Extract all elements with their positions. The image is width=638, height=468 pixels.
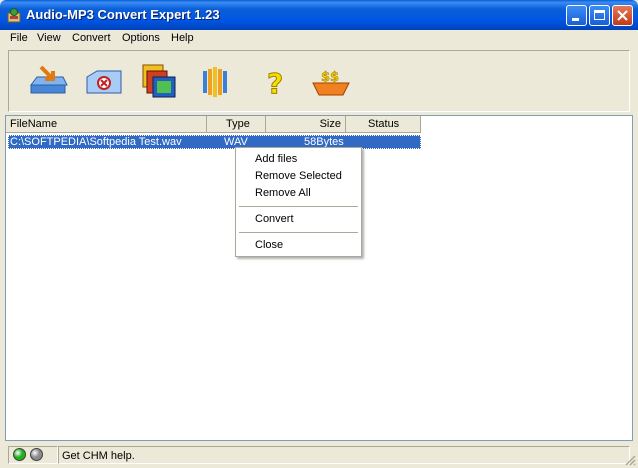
context-separator: [239, 206, 358, 207]
column-header-filename[interactable]: FileName: [6, 116, 207, 133]
menu-file[interactable]: File: [10, 32, 28, 44]
maximize-button[interactable]: [589, 5, 610, 26]
context-separator: [239, 232, 358, 233]
close-icon: [617, 10, 628, 21]
column-header-status[interactable]: Status: [346, 116, 421, 133]
audio-options-icon: [203, 67, 227, 97]
context-item-remove-selected[interactable]: Remove Selected: [255, 170, 342, 182]
gray-status-led-icon: [30, 448, 43, 461]
question-mark-icon: ?: [267, 67, 284, 101]
status-bar: Get CHM help.: [0, 444, 638, 468]
convert-stack-icon: [142, 64, 176, 98]
minimize-icon: [572, 18, 579, 21]
options-button[interactable]: [195, 59, 239, 103]
menu-convert[interactable]: Convert: [72, 32, 111, 44]
status-text-panel: [58, 446, 630, 464]
add-files-button[interactable]: [27, 59, 71, 103]
column-header-size[interactable]: Size: [266, 116, 346, 133]
window-title: Audio-MP3 Convert Expert 1.23: [26, 7, 220, 22]
green-status-led-icon: [13, 448, 26, 461]
menu-options[interactable]: Options: [122, 32, 160, 44]
resize-grip-icon[interactable]: [624, 454, 636, 466]
context-item-add-files[interactable]: Add files: [255, 153, 297, 165]
app-window: Audio-MP3 Convert Expert 1.23 File View …: [0, 0, 638, 468]
remove-button[interactable]: [83, 59, 127, 103]
minimize-button[interactable]: [566, 5, 587, 26]
app-icon: [7, 8, 21, 23]
context-item-close[interactable]: Close: [255, 239, 283, 251]
context-item-convert[interactable]: Convert: [255, 213, 294, 225]
menu-view[interactable]: View: [37, 32, 61, 44]
context-item-remove-all[interactable]: Remove All: [255, 187, 311, 199]
context-menu: Add files Remove Selected Remove All Con…: [235, 147, 362, 257]
svg-text:$$: $$: [321, 70, 339, 85]
dollar-basket-icon: $$: [312, 70, 350, 96]
convert-button[interactable]: [137, 59, 181, 103]
close-button[interactable]: [612, 5, 633, 26]
help-button[interactable]: ?: [251, 59, 295, 103]
remove-file-icon: [86, 70, 122, 94]
menu-bar: File View Convert Options Help: [0, 30, 638, 48]
folder-arrow-icon: [30, 65, 68, 94]
svg-text:?: ?: [267, 67, 283, 100]
title-bar[interactable]: Audio-MP3 Convert Expert 1.23: [0, 0, 638, 30]
buy-button[interactable]: $$: [309, 59, 353, 103]
column-header-type[interactable]: Type: [207, 116, 266, 133]
header-empty-area: [421, 116, 632, 133]
maximize-icon: [594, 10, 605, 20]
menu-help[interactable]: Help: [171, 32, 194, 44]
cell-filename: C:\SOFTPEDIA\Softpedia Test.wav: [10, 136, 182, 148]
toolbar: ? $$: [8, 50, 630, 112]
status-text: Get CHM help.: [62, 450, 135, 462]
